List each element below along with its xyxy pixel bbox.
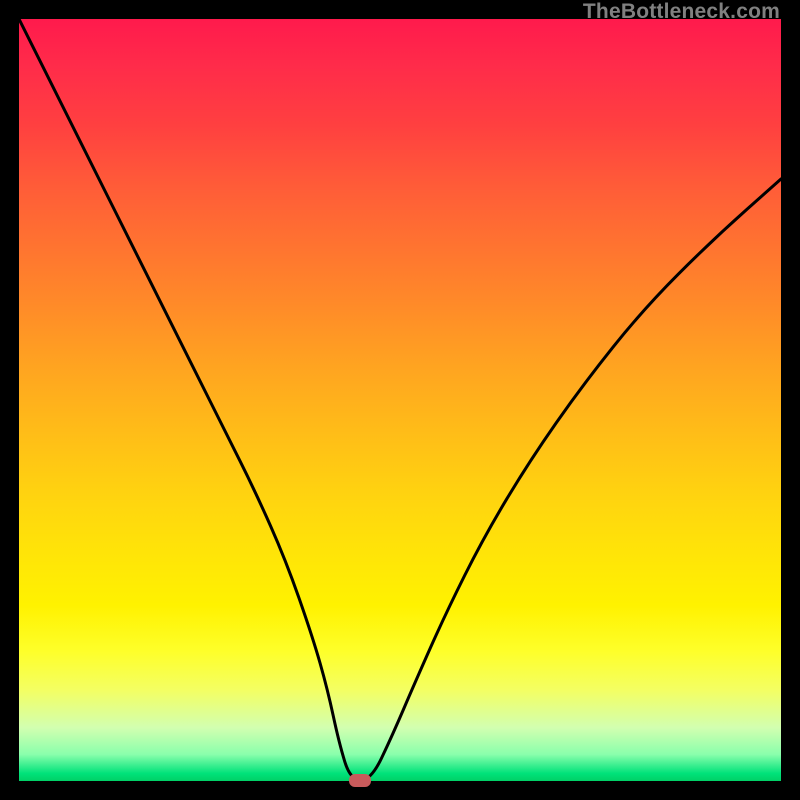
optimal-point-marker [349,774,371,787]
watermark-text: TheBottleneck.com [583,0,780,24]
plot-gradient-background [19,19,781,781]
chart-frame: TheBottleneck.com [0,0,800,800]
